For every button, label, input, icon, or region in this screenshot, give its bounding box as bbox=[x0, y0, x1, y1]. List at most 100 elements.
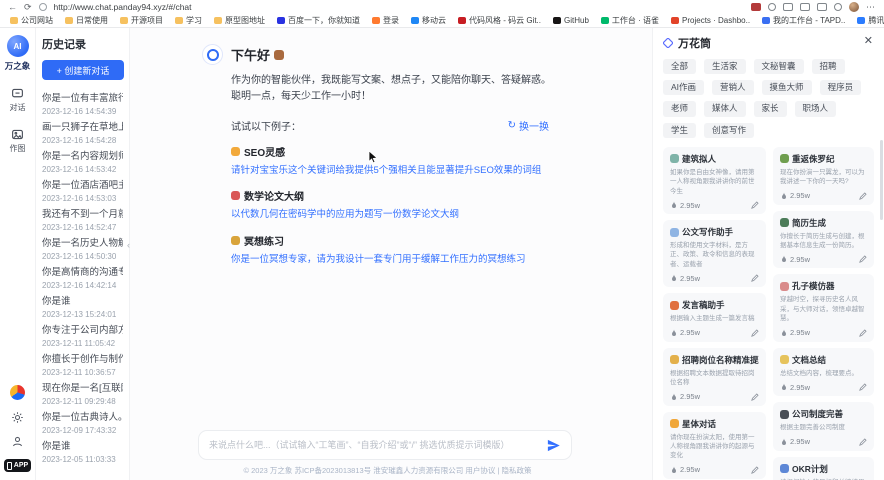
usage-count: 2.95w bbox=[780, 328, 810, 337]
bookmark-item[interactable]: GitHub bbox=[553, 16, 589, 25]
support-icon[interactable] bbox=[10, 385, 25, 400]
app-download-badge[interactable]: APP bbox=[4, 459, 31, 472]
assistant-card[interactable]: OKR计划 请根据输入的目标和关键结果为我生成okr计划 2.95w bbox=[773, 457, 874, 480]
assistant-card[interactable]: 重返侏罗纪 现在你扮演一只翼龙，可以为我讲述一下你的一天吗? 2.95w bbox=[773, 147, 874, 205]
kaleido-tab[interactable]: 生活家 bbox=[704, 59, 746, 74]
message-input[interactable] bbox=[209, 440, 546, 450]
edit-pen-icon[interactable] bbox=[751, 329, 759, 337]
downloads-icon[interactable] bbox=[817, 3, 827, 11]
bookmark-item[interactable]: 工作台 · 语雀 bbox=[601, 15, 659, 26]
edit-pen-icon[interactable] bbox=[751, 393, 759, 401]
kaleido-tab[interactable]: 学生 bbox=[663, 123, 696, 138]
assistant-card[interactable]: 孔子模仿器 穿越时空，探寻历史名人风采，与大师对话，领悟卓越智慧。 2.95w bbox=[773, 274, 874, 341]
history-item[interactable]: 你是一位酒店酒吧主... 2023-12-16 14:53:03 bbox=[42, 177, 123, 206]
edit-pen-icon[interactable] bbox=[751, 201, 759, 209]
fire-icon bbox=[780, 255, 788, 263]
assistant-card[interactable]: 发言稿助手 根据输入主题生成一篇发言稿 2.95w bbox=[663, 293, 766, 341]
bookmark-item[interactable]: 日常使用 bbox=[65, 15, 108, 26]
kaleido-tab[interactable]: 职场人 bbox=[795, 101, 837, 116]
history-title: 历史记录 bbox=[42, 36, 123, 52]
kaleido-tab[interactable]: 家长 bbox=[754, 101, 787, 116]
kaleido-tab[interactable]: 文秘智囊 bbox=[754, 59, 804, 74]
bookmark-star-icon[interactable] bbox=[800, 3, 810, 11]
user-icon[interactable] bbox=[11, 435, 24, 448]
kaleido-tab[interactable]: 创意写作 bbox=[704, 123, 754, 138]
profile-avatar[interactable] bbox=[849, 2, 859, 12]
assistant-card[interactable]: 简历生成 你擅长于简历生成与创建，根据基本信息生成一份简历。 2.95w bbox=[773, 211, 874, 269]
bookmark-item[interactable]: 登录 bbox=[372, 15, 399, 26]
kaleido-tab[interactable]: 程序员 bbox=[820, 80, 862, 95]
assistant-card[interactable]: 建筑拟人 如果你是自由女神像，请用第一人称视角跟我讲讲你的前世今生 2.95w bbox=[663, 147, 766, 214]
bookmark-item[interactable]: 公司网站 bbox=[10, 15, 53, 26]
extension-icon[interactable] bbox=[751, 3, 761, 11]
browser-menu-icon[interactable]: ⋯ bbox=[866, 2, 876, 13]
fire-icon bbox=[670, 466, 678, 474]
edit-pen-icon[interactable] bbox=[859, 383, 867, 391]
bookmark-item[interactable]: 我的工作台 - TAPD.. bbox=[762, 15, 845, 26]
edit-pen-icon[interactable] bbox=[751, 274, 759, 282]
url-text[interactable]: http://www.chat.panday94.xyz/#/chat bbox=[54, 2, 192, 12]
history-item[interactable]: 你是谁 2023-12-05 11:03:33 bbox=[42, 438, 123, 467]
assistant-card[interactable]: 公司制度完善 根据主题完善公司制度 2.95w bbox=[773, 402, 874, 450]
edit-pen-icon[interactable] bbox=[751, 466, 759, 474]
bookmark-item[interactable]: 原型图地址 bbox=[214, 15, 265, 26]
bot-avatar bbox=[202, 44, 223, 65]
suggestion-prompt-link[interactable]: 你是一位冥想专家，请为我设计一套专门用于缓解工作压力的冥想练习 bbox=[231, 253, 552, 266]
history-item[interactable]: 你专注于公司内部方... 2023-12-11 11:05:42 bbox=[42, 322, 123, 351]
nav-chat[interactable]: 对话 bbox=[10, 87, 26, 113]
suggestion-prompt-link[interactable]: 请针对宝宝乐这个关键词给我提供5个强相关且能显著提升SEO效果的词组 bbox=[231, 164, 552, 177]
pen-emoji bbox=[780, 218, 789, 227]
kaleido-tab[interactable]: AI作画 bbox=[663, 80, 704, 95]
refresh-examples-button[interactable]: ↻ 换一换 bbox=[508, 118, 549, 133]
bookmark-item[interactable]: 开源项目 bbox=[120, 15, 163, 26]
card-description: 穿越时空，探寻历史名人风采，与大师对话，领悟卓越智慧。 bbox=[780, 295, 867, 323]
assistant-card[interactable]: 招聘岗位名称精准提取 根据招聘文本数据提取待招岗位名称 2.95w bbox=[663, 348, 766, 406]
gear-icon[interactable] bbox=[11, 411, 24, 424]
kaleido-tab[interactable]: 营销人 bbox=[712, 80, 754, 95]
bookmark-item[interactable]: 学习 bbox=[175, 15, 202, 26]
kaleido-tab[interactable]: 摸鱼大师 bbox=[762, 80, 812, 95]
history-icon[interactable] bbox=[768, 3, 776, 11]
kaleido-tab[interactable]: 媒体人 bbox=[704, 101, 746, 116]
share-icon[interactable] bbox=[834, 3, 842, 11]
close-icon[interactable]: ✕ bbox=[864, 34, 873, 47]
terms-link[interactable]: 用户协议 bbox=[465, 466, 495, 475]
history-item[interactable]: 我还有不到一个月就... 2023-12-16 14:52:47 bbox=[42, 206, 123, 235]
kaleido-tab[interactable]: 老师 bbox=[663, 101, 696, 116]
bookmark-item[interactable]: 腾讯文档 bbox=[857, 15, 884, 26]
history-item[interactable]: 你是一位古典诗人。... 2023-12-09 17:43:32 bbox=[42, 409, 123, 438]
reading-mode-icon[interactable] bbox=[783, 3, 793, 11]
bookmark-item[interactable]: 移动云 bbox=[411, 15, 446, 26]
bookmark-item[interactable]: Projects · Dashbo.. bbox=[671, 16, 750, 25]
assistant-card[interactable]: 文档总结 总结文档内容，梳理要点。 2.95w bbox=[773, 348, 874, 396]
assistant-card[interactable]: 公文写作助手 形成和使用文字材料，是方正、政策、政令和信息的表现者、运载者 2.… bbox=[663, 220, 766, 287]
history-item[interactable]: 你擅长于创作与制作... 2023-12-11 10:36:57 bbox=[42, 351, 123, 380]
bookmark-item[interactable]: 代码风格 - 码云 Git.. bbox=[458, 15, 541, 26]
history-item[interactable]: 画一只狮子在草地上... 2023-12-16 14:54:28 bbox=[42, 119, 123, 148]
bookmark-item[interactable]: 百度一下，你就知道 bbox=[277, 15, 360, 26]
history-item[interactable]: 你是一名历史人物解... 2023-12-16 14:50:30 bbox=[42, 235, 123, 264]
intro-text: 作为你的智能伙伴，我既能写文案、想点子，又能陪你聊天、答疑解惑。 聪明一点，每天… bbox=[231, 73, 552, 105]
panel-scrollbar[interactable] bbox=[880, 140, 883, 220]
edit-pen-icon[interactable] bbox=[859, 255, 867, 263]
card-title: 文档总结 bbox=[780, 354, 867, 366]
edit-pen-icon[interactable] bbox=[859, 329, 867, 337]
back-icon[interactable]: ← bbox=[8, 3, 17, 12]
reload-icon[interactable]: ⟳ bbox=[24, 3, 32, 12]
privacy-link[interactable]: 隐私政策 bbox=[502, 466, 532, 475]
kaleido-tab[interactable]: 招聘 bbox=[812, 59, 845, 74]
history-item[interactable]: 你是一位有丰富旅行... 2023-12-16 14:54:39 bbox=[42, 90, 123, 119]
history-item[interactable]: 你是一名内容规划师... 2023-12-16 14:53:42 bbox=[42, 148, 123, 177]
history-item[interactable]: 你是高情商的沟通专... 2023-12-16 14:42:14 bbox=[42, 264, 123, 293]
edit-pen-icon[interactable] bbox=[859, 438, 867, 446]
nav-draw[interactable]: 作图 bbox=[10, 128, 26, 154]
assistant-card[interactable]: 星体对话 请你现在扮演太阳，使用第一人称视角跟我讲讲你的起源与变化 2.95w bbox=[663, 412, 766, 479]
kaleido-tab[interactable]: 全部 bbox=[663, 59, 696, 74]
suggestion-prompt-link[interactable]: 以代数几何在密码学中的应用为题写一份数学论文大纲 bbox=[231, 208, 552, 221]
history-item[interactable]: 现在你是一名[互联网... 2023-12-11 09:29:48 bbox=[42, 380, 123, 409]
history-item[interactable]: 你是谁 2023-12-13 15:24:01 bbox=[42, 293, 123, 322]
send-icon[interactable] bbox=[546, 438, 561, 453]
new-chat-button[interactable]: + 创建新对话 bbox=[42, 60, 124, 80]
edit-pen-icon[interactable] bbox=[859, 192, 867, 200]
refresh-icon: ↻ bbox=[508, 120, 516, 131]
